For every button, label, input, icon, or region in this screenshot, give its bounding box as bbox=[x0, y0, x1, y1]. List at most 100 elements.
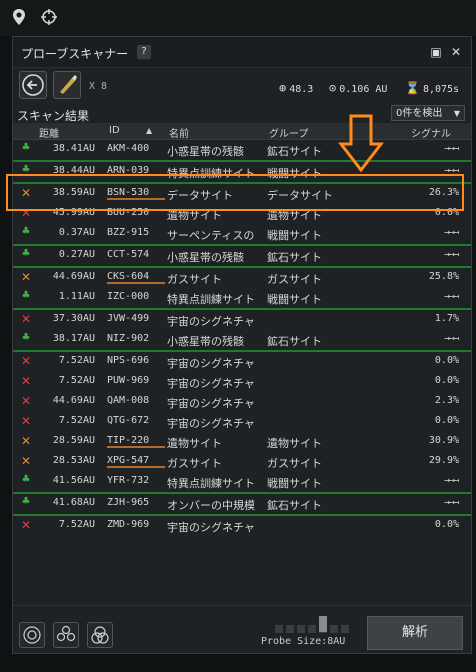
row-name: 宇宙のシグネチャ bbox=[167, 377, 255, 390]
row-signal: 30.9% bbox=[428, 435, 459, 446]
row-id: AKM-400 bbox=[107, 143, 150, 154]
row-signal: →→→ bbox=[443, 333, 459, 344]
row-name: 小惑星帯の残骸 bbox=[167, 145, 244, 158]
table-row[interactable]: ♣ 38.41AU AKM-400 小惑星帯の残骸 鉱石サイト →→→ bbox=[13, 140, 471, 162]
help-icon[interactable]: ? bbox=[137, 45, 151, 59]
table-row[interactable]: ♣ 1.11AU IZC-000 特異点訓練サイト 戦闘サイト →→→ bbox=[13, 288, 471, 310]
probe-launcher-button[interactable] bbox=[53, 71, 81, 99]
row-distance: 37.30AU bbox=[52, 313, 95, 324]
toolbar: X 8 ⊕ 48.3 ⊙ 0.106 AU ⌛ 8,075s bbox=[13, 67, 471, 105]
filter-button-3[interactable] bbox=[87, 622, 113, 648]
col-distance[interactable]: 距離 bbox=[39, 125, 59, 140]
row-name: 遺物サイト bbox=[167, 437, 222, 450]
table-row[interactable]: ✕ 7.52AU PUW-969 宇宙のシグネチャ 0.0% bbox=[13, 372, 471, 392]
row-signal: 0.0% bbox=[434, 415, 459, 426]
window-title: プローブスキャナー bbox=[21, 47, 129, 61]
flower-icon bbox=[56, 625, 76, 642]
col-signal[interactable]: シグナル bbox=[411, 125, 451, 140]
crosshair-icon: ⊕ bbox=[279, 81, 287, 95]
table-row[interactable]: ✕ 44.69AU CKS-604 ガスサイト ガスサイト 25.8% bbox=[13, 268, 471, 288]
stat-range-value: 48.3 bbox=[289, 84, 314, 95]
table-row[interactable]: ✕ 7.52AU QTG-672 宇宙のシグネチャ 0.0% bbox=[13, 412, 471, 432]
back-button[interactable] bbox=[19, 71, 47, 99]
table-row[interactable]: ♣ 41.68AU ZJH-965 オンバーの中規模 鉱石サイト →→→ bbox=[13, 494, 471, 516]
col-group[interactable]: グループ bbox=[269, 125, 308, 140]
venn-icon bbox=[91, 626, 109, 644]
close-icon[interactable]: ✕ bbox=[449, 45, 463, 59]
row-signal: →→→ bbox=[443, 249, 459, 260]
row-group: 戦闘サイト bbox=[267, 229, 322, 242]
row-name: 小惑星帯の残骸 bbox=[167, 251, 244, 264]
filter-button-2[interactable] bbox=[53, 622, 79, 648]
signature-icon: ✕ bbox=[20, 414, 32, 428]
row-id: QAM-008 bbox=[107, 395, 150, 406]
table-row[interactable]: ✕ 7.52AU NPS-696 宇宙のシグネチャ 0.0% bbox=[13, 352, 471, 372]
row-group: 鉱石サイト bbox=[267, 251, 322, 264]
signature-icon: ✕ bbox=[20, 374, 32, 388]
arrow-down-icon bbox=[338, 114, 384, 172]
table-row[interactable]: ✕ 44.69AU QAM-008 宇宙のシグネチャ 2.3% bbox=[13, 392, 471, 412]
row-signal: →→→ bbox=[443, 497, 459, 508]
table-row[interactable]: ♣ 0.27AU CCT-574 小惑星帯の残骸 鉱石サイト →→→ bbox=[13, 246, 471, 268]
stat-time: ⌛ 8,075s bbox=[405, 81, 459, 95]
anomaly-icon: ♣ bbox=[21, 248, 31, 259]
chevron-down-icon: ▼ bbox=[453, 109, 460, 118]
anomaly-icon: ♣ bbox=[21, 474, 31, 485]
row-id: CKS-604 bbox=[107, 271, 165, 284]
window-titlebar[interactable]: プローブスキャナー ? ▣ ✕ bbox=[13, 37, 471, 68]
row-group: ガスサイト bbox=[267, 273, 322, 286]
row-id: ZJH-965 bbox=[107, 497, 150, 508]
signature-icon: ✕ bbox=[20, 270, 32, 284]
row-distance: 41.68AU bbox=[52, 497, 95, 508]
probe-size-slider[interactable] bbox=[275, 623, 355, 633]
row-distance: 38.41AU bbox=[52, 143, 95, 154]
row-signal: 0.0% bbox=[434, 355, 459, 366]
scan-results-label: スキャン結果 bbox=[17, 109, 90, 123]
sort-asc-icon: ▲ bbox=[146, 126, 153, 135]
row-name: 宇宙のシグネチャ bbox=[167, 417, 255, 430]
arrow-left-icon bbox=[22, 74, 44, 96]
row-distance: 38.17AU bbox=[52, 333, 95, 344]
row-distance: 41.56AU bbox=[52, 475, 95, 486]
row-name: 宇宙のシグネチャ bbox=[167, 397, 255, 410]
analyze-button[interactable]: 解析 bbox=[367, 616, 463, 650]
stat-distance: ⊙ 0.106 AU bbox=[329, 81, 387, 95]
row-id: CCT-574 bbox=[107, 249, 150, 260]
table-row[interactable]: ✕ 37.30AU JVW-499 宇宙のシグネチャ 1.7% bbox=[13, 310, 471, 330]
table-row[interactable]: ✕ 7.52AU ZMD-969 宇宙のシグネチャ 0.0% bbox=[13, 516, 471, 536]
row-group: 鉱石サイト bbox=[267, 499, 322, 512]
signature-icon: ✕ bbox=[20, 454, 32, 468]
table-row[interactable]: ♣ 41.56AU YFR-732 特異点訓練サイト 戦闘サイト →→→ bbox=[13, 472, 471, 494]
maximize-icon[interactable]: ▣ bbox=[429, 45, 443, 59]
row-group: 戦闘サイト bbox=[267, 477, 322, 490]
table-row[interactable]: ✕ 28.53AU XPG-547 ガスサイト ガスサイト 29.9% bbox=[13, 452, 471, 472]
target-icon[interactable] bbox=[40, 8, 58, 26]
table-row[interactable]: ♣ 0.37AU BZZ-915 サーペンティスの 戦闘サイト →→→ bbox=[13, 224, 471, 246]
row-id: NIZ-902 bbox=[107, 333, 150, 344]
row-id: PUW-969 bbox=[107, 375, 150, 386]
row-distance: 28.59AU bbox=[52, 435, 95, 446]
table-row[interactable]: ✕ 28.59AU TIP-220 遺物サイト 遺物サイト 30.9% bbox=[13, 432, 471, 452]
row-distance: 7.52AU bbox=[58, 375, 95, 386]
detect-filter-dropdown[interactable]: 0件を検出 ▼ bbox=[391, 105, 465, 121]
row-distance: 0.37AU bbox=[58, 227, 95, 238]
bottom-bar: Probe Size:8AU 解析 bbox=[13, 605, 471, 654]
row-name: 宇宙のシグネチャ bbox=[167, 521, 255, 534]
stat-time-value: 8,075s bbox=[422, 84, 460, 95]
row-id: BZZ-915 bbox=[107, 227, 150, 238]
row-id: JVW-499 bbox=[107, 313, 150, 324]
stat-range: ⊕ 48.3 bbox=[279, 81, 313, 95]
row-id: YFR-732 bbox=[107, 475, 150, 486]
col-name[interactable]: 名前 bbox=[169, 125, 189, 140]
filter-button-1[interactable] bbox=[19, 622, 45, 648]
col-id[interactable]: ID bbox=[109, 125, 120, 136]
row-group: 遺物サイト bbox=[267, 437, 322, 450]
table-row[interactable]: ♣ 38.17AU NIZ-902 小惑星帯の残骸 鉱石サイト →→→ bbox=[13, 330, 471, 352]
probe-size-slider-handle[interactable] bbox=[319, 616, 327, 632]
signature-icon: ✕ bbox=[20, 354, 32, 368]
location-pin-icon[interactable] bbox=[10, 8, 28, 26]
probe-size-label: Probe Size:8AU bbox=[261, 636, 346, 647]
row-id: ZMD-969 bbox=[107, 519, 150, 530]
detect-filter-value: 0件を検出 bbox=[396, 108, 443, 119]
row-signal: →→→ bbox=[443, 475, 459, 486]
